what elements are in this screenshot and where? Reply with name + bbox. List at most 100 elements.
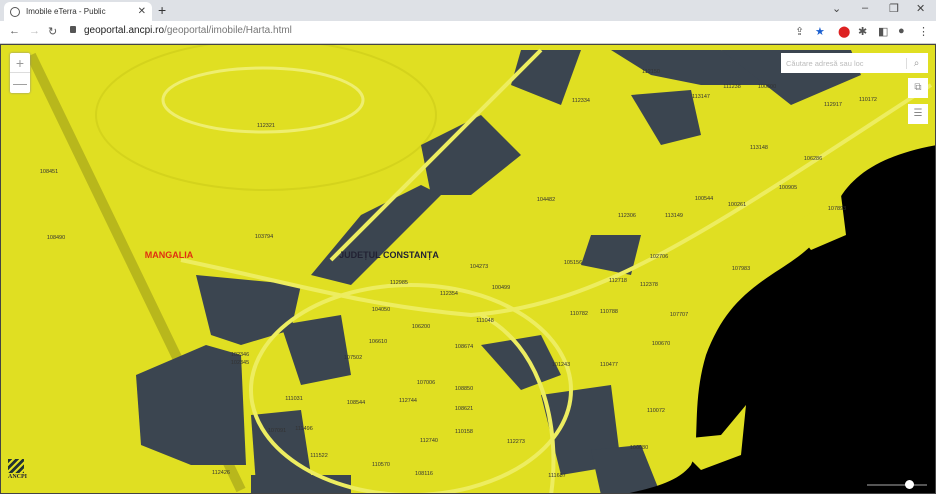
parcel-label: 113148 bbox=[750, 145, 768, 151]
parcel-label: 108621 bbox=[454, 406, 474, 412]
parcel-label: 111048 bbox=[476, 318, 494, 324]
parcel-label: 104273 bbox=[469, 264, 489, 270]
parcel-label: 100670 bbox=[651, 341, 671, 347]
url-host: geoportal.ancpi.ro bbox=[84, 25, 165, 36]
url-path: /geoportal/imobile/Harta.html bbox=[164, 25, 292, 36]
back-button[interactable]: ← bbox=[9, 25, 20, 37]
parcel-label: 112150 bbox=[642, 69, 660, 75]
parcel-label: 108451 bbox=[39, 169, 59, 175]
parcel-label: 111031 bbox=[285, 396, 303, 402]
lock-icon bbox=[70, 26, 76, 33]
parcel-label: 102706 bbox=[649, 254, 669, 260]
parcel-label: 107006 bbox=[416, 380, 436, 386]
extensions-puzzle-icon[interactable]: ✱ bbox=[858, 25, 867, 38]
parcel-label: 110782 bbox=[570, 311, 588, 317]
share-icon[interactable]: ⇪ bbox=[795, 25, 804, 38]
menu-icon[interactable]: ⋮ bbox=[918, 25, 929, 38]
parcel-label: 104050 bbox=[371, 307, 391, 313]
parcel-label: 100600 bbox=[757, 84, 777, 90]
parcel-label: 108490 bbox=[46, 235, 66, 241]
opera-extension-icon[interactable]: ⬤ bbox=[838, 25, 850, 38]
map-base bbox=[1, 45, 935, 493]
parcel-label: 107893 bbox=[827, 206, 847, 212]
parcel-label: 110072 bbox=[647, 408, 665, 414]
parcel-label: 112917 bbox=[824, 102, 842, 108]
parcel-label: 112426 bbox=[212, 470, 230, 476]
parcel-label: 100544 bbox=[694, 196, 714, 202]
parcel-label: 112378 bbox=[640, 282, 658, 288]
parcel-label: 112354 bbox=[440, 291, 458, 297]
parcel-label: 108544 bbox=[346, 400, 366, 406]
search-icon[interactable]: ⌕ bbox=[906, 57, 926, 69]
parcel-label: 110477 bbox=[600, 362, 618, 368]
opacity-slider[interactable] bbox=[867, 480, 927, 489]
parcel-label: 107091 bbox=[267, 428, 287, 434]
parcel-label: 105156 bbox=[563, 260, 583, 266]
globe-icon bbox=[10, 6, 20, 17]
parcel-label: 100499 bbox=[491, 285, 511, 291]
parcel-label: 107983 bbox=[731, 266, 751, 272]
parcel-label: 110570 bbox=[372, 462, 390, 468]
bookmark-star-icon[interactable]: ★ bbox=[815, 25, 825, 38]
place-label-mangalia: MANGALIA bbox=[144, 250, 194, 260]
parcel-label: 102345 bbox=[230, 360, 250, 366]
browser-tab[interactable]: Imobile eTerra - Public ✕ bbox=[4, 2, 152, 21]
parcel-label: 104482 bbox=[536, 197, 556, 203]
parcel-label: 106286 bbox=[803, 156, 823, 162]
maximize-button[interactable]: ❐ bbox=[889, 2, 899, 15]
parcel-label: 101243 bbox=[551, 362, 571, 368]
search-input[interactable] bbox=[781, 58, 906, 68]
parcel-label: 112985 bbox=[390, 280, 408, 286]
close-window-button[interactable]: ✕ bbox=[916, 2, 925, 15]
parcel-label: 112273 bbox=[507, 439, 525, 445]
layers-icon: ⧉ bbox=[914, 82, 922, 93]
parcel-label: 106610 bbox=[368, 339, 388, 345]
parcel-label: 111522 bbox=[310, 453, 328, 459]
list-icon: ☰ bbox=[913, 108, 923, 119]
parcel-label: 100905 bbox=[778, 185, 798, 191]
place-label-county: JUDEȚUL CONSTANȚA bbox=[339, 250, 439, 260]
side-panel-icon[interactable]: ◧ bbox=[878, 25, 888, 38]
parcel-label: 108850 bbox=[454, 386, 474, 392]
parcel-label: 111687 bbox=[548, 473, 566, 479]
map-canvas[interactable]: MANGALIA JUDEȚUL CONSTANȚA 112321 108451 1… bbox=[0, 44, 936, 494]
tab-title: Imobile eTerra - Public bbox=[26, 7, 106, 16]
parcel-label: 112718 bbox=[609, 278, 627, 284]
new-tab-button[interactable]: + bbox=[158, 2, 166, 18]
tab-bar: Imobile eTerra - Public ✕ + ⌄ – ❐ ✕ bbox=[0, 0, 936, 21]
zoom-control: + — bbox=[10, 53, 30, 93]
parcel-label: 111238 bbox=[723, 84, 741, 90]
tab-search-icon[interactable]: ⌄ bbox=[832, 2, 841, 15]
parcel-label: 100080 bbox=[629, 445, 649, 451]
slider-handle[interactable] bbox=[905, 480, 914, 489]
parcel-label: 113149 bbox=[665, 213, 683, 219]
parcel-label: 112740 bbox=[420, 438, 438, 444]
parcel-label: 100261 bbox=[727, 202, 747, 208]
parcel-label: 113147 bbox=[692, 94, 710, 100]
browser-toolbar: ← → ↻ geoportal.ancpi.ro/geoportal/imobi… bbox=[0, 21, 936, 44]
parcel-label: 111496 bbox=[295, 426, 313, 432]
parcel-label: 107502 bbox=[343, 355, 363, 361]
parcel-label: 110172 bbox=[859, 97, 877, 103]
parcel-label: 103794 bbox=[254, 234, 274, 240]
parcel-label: 108116 bbox=[415, 471, 433, 477]
forward-button[interactable]: → bbox=[29, 25, 40, 37]
profile-icon[interactable]: ● bbox=[898, 25, 905, 37]
parcel-label: 107707 bbox=[669, 312, 689, 318]
parcel-label: 112334 bbox=[572, 98, 590, 104]
parcel-label: 102346 bbox=[230, 352, 250, 358]
minimize-button[interactable]: – bbox=[862, 2, 868, 14]
parcel-label: 106200 bbox=[411, 324, 431, 330]
legend-list-button[interactable]: ☰ bbox=[908, 104, 928, 124]
parcel-label: 112744 bbox=[399, 398, 417, 404]
address-bar[interactable]: geoportal.ancpi.ro/geoportal/imobile/Har… bbox=[70, 25, 292, 36]
close-tab-icon[interactable]: ✕ bbox=[138, 6, 146, 17]
zoom-in-button[interactable]: + bbox=[10, 53, 30, 73]
reload-button[interactable]: ↻ bbox=[48, 25, 57, 38]
basemap-layers-button[interactable]: ⧉ bbox=[908, 78, 928, 98]
parcel-label: 110158 bbox=[455, 429, 473, 435]
search-box: ⌕ bbox=[781, 53, 928, 73]
ancpi-logo: ANCPI bbox=[8, 459, 27, 480]
zoom-out-button[interactable]: — bbox=[10, 73, 30, 93]
parcel-label: 112321 bbox=[257, 123, 275, 129]
